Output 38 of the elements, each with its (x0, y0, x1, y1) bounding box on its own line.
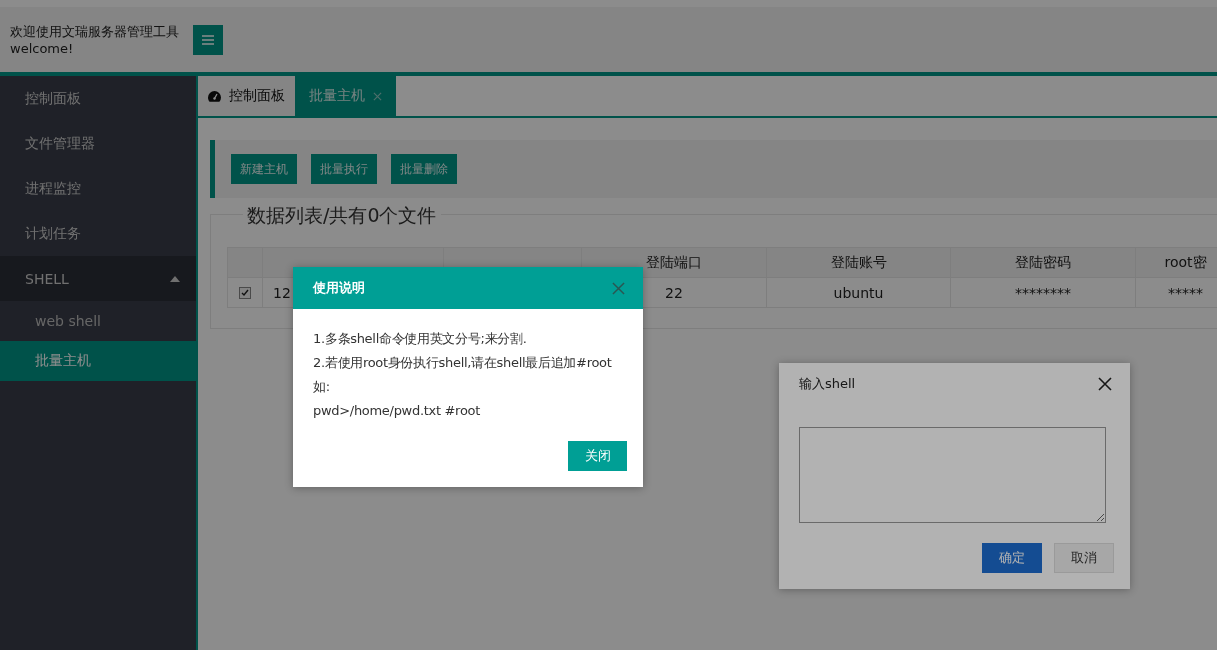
menu-icon (202, 34, 214, 45)
app-title: 欢迎使用文瑞服务器管理工具 (10, 23, 179, 41)
sidebar-item[interactable]: 进程监控 (0, 166, 196, 211)
sidebar-item[interactable]: 文件管理器 (0, 121, 196, 166)
table-cell: ubuntu (833, 284, 884, 301)
column-header: 登陆密码 (1015, 253, 1071, 270)
table-cell: 22 (665, 284, 683, 301)
close-icon[interactable] (1098, 377, 1112, 391)
sidebar-item[interactable]: 计划任务 (0, 211, 196, 256)
gauge-icon (208, 90, 221, 102)
toolbar-button[interactable]: 新建主机 (231, 154, 297, 184)
table-cell: ******** (1015, 284, 1071, 301)
tab[interactable]: 批量主机 (295, 76, 396, 116)
column-header: root密 (1164, 253, 1207, 270)
close-button[interactable]: 关闭 (568, 441, 627, 471)
instruction-text: 2.若使用root身份执行shell,请在shell最后追加#root (313, 354, 613, 372)
table-cell: ***** (1168, 284, 1203, 301)
instruction-text: pwd>/home/pwd.txt #root (313, 402, 481, 420)
sidebar-item[interactable]: 控制面板 (0, 76, 196, 121)
caret-icon (170, 275, 180, 282)
column-header: 登陆账号 (830, 253, 887, 270)
instruction-text: 1.多条shell命令使用英文分号;来分割. (313, 330, 528, 348)
toolbar-button[interactable]: 批量执行 (311, 154, 377, 184)
app-subtitle: welcome! (10, 41, 75, 56)
dialog-title: 输入shell (799, 375, 856, 393)
cancel-button[interactable]: 取消 (1054, 543, 1114, 573)
instruction-text: 如: (313, 378, 331, 396)
tab[interactable]: 控制面板 (198, 76, 295, 116)
confirm-button[interactable]: 确定 (982, 543, 1042, 573)
column-header: 登陆端口 (646, 253, 702, 270)
shell-input-field[interactable] (799, 427, 1106, 523)
sidebar-subitem[interactable]: 批量主机 (0, 341, 196, 381)
toolbar-button[interactable]: 批量删除 (391, 154, 457, 184)
row-checkbox[interactable] (239, 286, 251, 299)
menu-button[interactable] (193, 24, 223, 55)
table-cell: 12 (273, 284, 291, 301)
sidebar-item[interactable]: SHELL (0, 256, 196, 301)
dialog-title: 使用说明 (313, 279, 365, 297)
